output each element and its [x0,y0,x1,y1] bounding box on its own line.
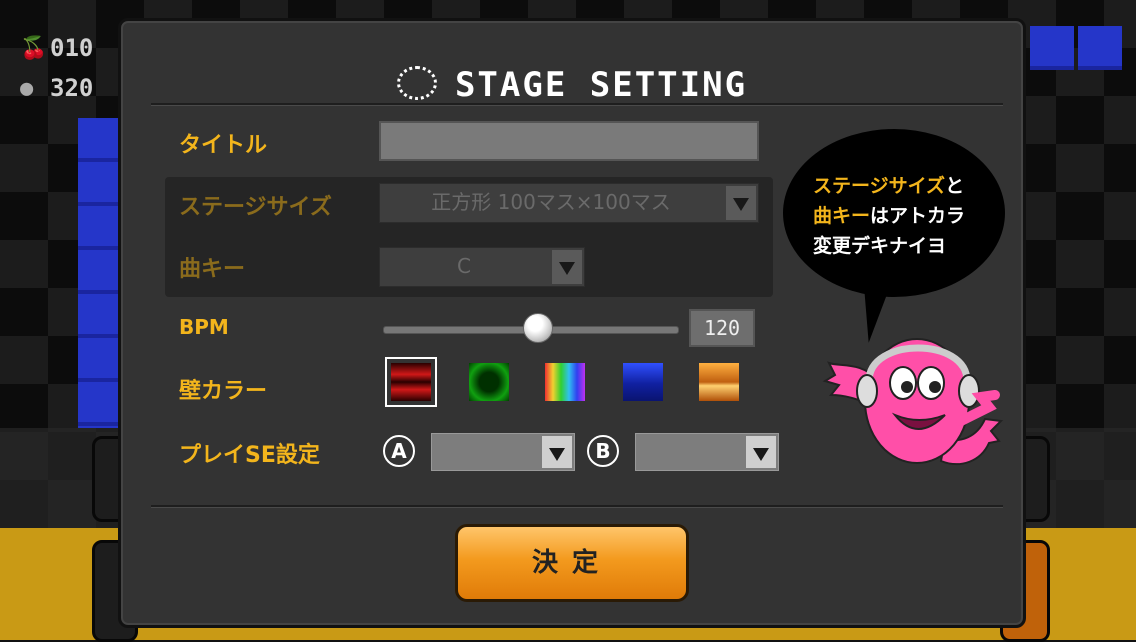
wall-color-blue[interactable] [623,363,663,401]
se-b-select[interactable] [635,433,779,471]
bpm-label: BPM [179,315,229,339]
stage-size-label: ステージサイズ [179,195,332,220]
settings-icon [396,66,437,100]
title-input[interactable] [379,121,759,161]
wall-color-rainbow[interactable] [545,363,585,401]
stage-setting-dialog: STAGE SETTING タイトル ステージサイズ 正方形 100マス×100… [118,18,1026,628]
speech-bubble-text: ステージサイズと 曲キーはアトカラ 変更デキナイヨ [813,171,993,261]
divider [151,505,1003,508]
song-key-value: C [457,254,471,278]
chevron-down-icon [542,436,572,468]
mascot-character [822,338,1004,466]
wall-color-label: 壁カラー [179,379,268,404]
song-key-label: 曲キー [179,257,246,282]
stage-size-value: 正方形 100マス×100マス [431,190,671,214]
chevron-down-icon [726,186,756,220]
dialog-title-text: STAGE SETTING [454,65,748,105]
bubble-text-part: 変更デキナイヨ [813,235,947,257]
wall-color-gold[interactable] [699,363,739,401]
bubble-text-part: と [945,175,965,197]
wall-block [1030,26,1074,70]
play-se-label: プレイSE設定 [179,443,320,468]
wall-block [1078,26,1122,70]
chevron-down-icon [552,250,582,284]
hud: 🍒 010 ● 320 [20,28,93,108]
song-key-select: C [379,247,585,287]
divider [151,103,1003,106]
stage-size-select: 正方形 100マス×100マス [379,183,759,223]
coin-icon: ● [20,75,34,101]
cherry-icon: 🍒 [20,35,48,61]
se-a-label: A [383,435,415,467]
se-a-select[interactable] [431,433,575,471]
wall-color-red[interactable] [385,357,437,407]
chevron-down-icon [746,436,776,468]
bubble-text-part: はアトカラ [870,205,966,227]
title-label: タイトル [179,133,268,158]
cherry-count: 010 [50,34,94,62]
wall-blocks [78,118,118,428]
bubble-highlight: ステージサイズ [813,175,946,197]
bpm-slider-knob[interactable] [522,313,553,343]
wall-color-green[interactable] [469,363,509,401]
dialog-title: STAGE SETTING [121,65,1023,105]
score-value: 320 [50,74,94,102]
ok-button[interactable]: 決定 [455,524,689,602]
bpm-value[interactable]: 120 [689,309,755,347]
bubble-highlight: 曲キー [813,205,871,227]
se-b-label: B [587,435,619,467]
